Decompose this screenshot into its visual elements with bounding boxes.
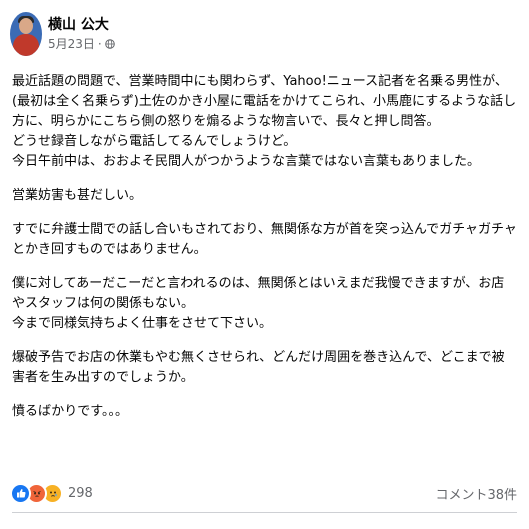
- divider: [12, 512, 517, 513]
- paragraph-4: 僕に対してあーだこーだと言われるのは、無関係とはいえまだ我慢できますが、お店やス…: [12, 274, 517, 334]
- facebook-post: 横山 公大 5月23日 · 最近話題の問題で、営業時間中にも関わらず、Yahoo…: [0, 0, 529, 529]
- paragraph-5: 爆破予告でお店の休業もやむ無くさせられ、どんだけ周囲を巻き込んで、どこまで被害者…: [12, 348, 517, 388]
- comment-count-link[interactable]: コメント38件: [435, 484, 517, 503]
- post-footer: 298 コメント38件: [10, 482, 517, 504]
- text-line: 爆破予告でお店の休業もやむ無くさせられ、どんだけ周囲を巻き込んで、どこまで被害者…: [12, 350, 505, 385]
- text-line: すでに弁護士間での話し合いもされており、無関係な方が首を突っ込んでガチャガチャと…: [12, 222, 517, 257]
- paragraph-1: 最近話題の問題で、営業時間中にも関わらず、Yahoo!ニュース記者を名乗る男性が…: [12, 72, 517, 172]
- reaction-count: 298: [68, 485, 93, 501]
- text-line: 憤るばかりです。。。: [12, 404, 128, 419]
- post-content: 最近話題の問題で、営業時間中にも関わらず、Yahoo!ニュース記者を名乗る男性が…: [12, 72, 517, 422]
- paragraph-6: 憤るばかりです。。。: [12, 402, 517, 422]
- text-line: 今まで同様気持ちよく仕事をさせて下さい。: [12, 316, 273, 331]
- reactions-summary[interactable]: 298: [10, 482, 93, 504]
- time-row: 5月23日 ·: [48, 36, 115, 52]
- post-timestamp[interactable]: 5月23日: [48, 36, 95, 52]
- globe-icon: [104, 39, 115, 49]
- text-line: どうせ録音しながら電話してるんでしょうけど。: [12, 134, 297, 149]
- text-line: 営業妨害も甚だしい。: [12, 188, 143, 203]
- paragraph-3: すでに弁護士間での話し合いもされており、無関係な方が首を突っ込んでガチャガチャと…: [12, 220, 517, 260]
- post-meta: 横山 公大 5月23日 ·: [48, 16, 115, 52]
- author-name[interactable]: 横山 公大: [48, 16, 115, 34]
- like-icon: [10, 482, 31, 504]
- post-header: 横山 公大 5月23日 ·: [10, 10, 517, 58]
- text-line: 今日午前中は、おおよそ民間人がつかうような言葉ではない言葉もありました。: [12, 154, 481, 169]
- text-line: 最近話題の問題で、営業時間中にも関わらず、Yahoo!ニュース記者を名乗る男性が…: [12, 74, 517, 129]
- text-line: 僕に対してあーだこーだと言われるのは、無関係とはいえまだ我慢できますが、お店やス…: [12, 276, 505, 311]
- separator-dot: ·: [97, 37, 102, 51]
- paragraph-2: 営業妨害も甚だしい。: [12, 186, 517, 206]
- avatar[interactable]: [10, 12, 42, 56]
